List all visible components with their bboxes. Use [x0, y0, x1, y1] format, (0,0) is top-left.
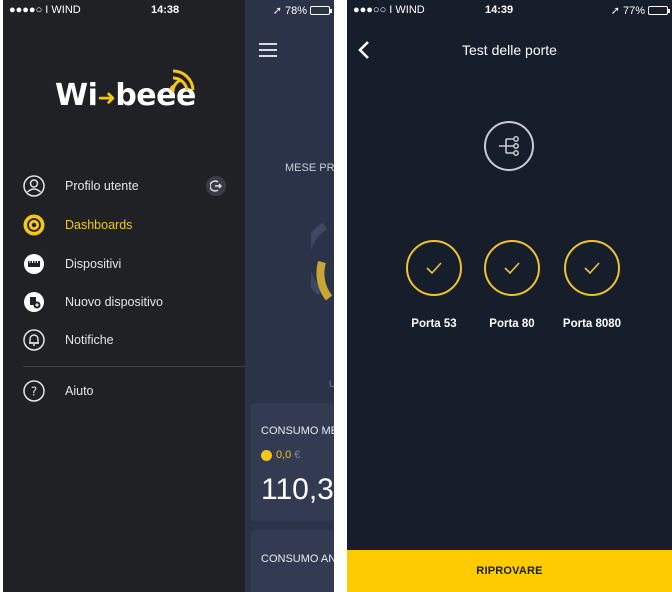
cost-unit: €	[294, 449, 301, 461]
navigation-drawer: Wi➜beee Profilo utente Dashboards Dispos…	[3, 0, 245, 592]
check-icon	[426, 262, 442, 275]
battery-icon	[310, 6, 332, 15]
carrier-text: ●●●○○ I WIND	[353, 4, 425, 16]
device-icon	[24, 254, 44, 274]
menu-label: Profilo utente	[65, 179, 139, 193]
logout-icon[interactable]	[206, 176, 226, 196]
bell-icon	[23, 329, 45, 351]
menu-item-profilo[interactable]: Profilo utente	[23, 173, 139, 199]
app-screen-menu: MESE PR U CONSUMO ME 0,0 € 110,3 CONSUMO…	[3, 0, 334, 592]
menu-item-dashboards[interactable]: Dashboards	[23, 212, 132, 238]
location-icon: ➚	[610, 5, 620, 17]
location-icon: ➚	[272, 5, 282, 17]
user-icon	[23, 175, 45, 197]
battery-indicator: ➚ 77%	[610, 4, 670, 17]
port-label: Porta 80	[489, 318, 535, 330]
app-screen-port-test: ●●●○○ I WIND 14:39 ➚ 77% Test delle port…	[347, 0, 672, 592]
network-hub-icon	[484, 121, 534, 171]
check-icon	[584, 262, 600, 275]
new-device-icon	[24, 292, 44, 312]
status-bar: ●●●●○ I WIND 14:38 ➚ 78%	[3, 0, 334, 20]
coin-icon	[261, 449, 272, 461]
retry-button[interactable]: RIPROVARE	[347, 550, 672, 592]
port-53-status	[406, 240, 462, 296]
dashboard-peek[interactable]: MESE PR U CONSUMO ME 0,0 € 110,3 CONSUMO…	[245, 0, 334, 592]
wifi-logo-icon	[169, 69, 195, 92]
svg-text:?: ?	[31, 385, 37, 399]
menu-label: Aiuto	[65, 384, 94, 398]
hamburger-icon[interactable]	[259, 43, 277, 61]
gauge-unit-label: U	[329, 379, 334, 389]
menu-divider	[23, 366, 245, 367]
consumo-anno-card[interactable]: CONSUMO ANI	[251, 530, 334, 592]
menu-item-notifiche[interactable]: Notifiche	[23, 327, 114, 353]
time-text: 14:39	[485, 4, 514, 16]
consumo-mese-card[interactable]: CONSUMO ME 0,0 € 110,3	[251, 403, 334, 521]
check-icon	[504, 262, 520, 275]
cost-value: 0,0	[276, 449, 292, 461]
time-text: 14:38	[151, 4, 180, 16]
menu-item-nuovo-dispositivo[interactable]: Nuovo dispositivo	[23, 289, 163, 315]
port-80-status	[484, 240, 540, 296]
port-8080-status	[564, 240, 620, 296]
menu-label: Notifiche	[65, 333, 114, 347]
menu-item-aiuto[interactable]: ? Aiuto	[23, 378, 94, 404]
status-bar: ●●●○○ I WIND 14:39 ➚ 77%	[347, 0, 672, 20]
carrier-text: ●●●●○ I WIND	[9, 4, 81, 16]
month-label: MESE PR	[285, 162, 334, 174]
battery-indicator: ➚ 78%	[272, 4, 332, 17]
battery-icon	[648, 6, 670, 15]
port-label: Porta 53	[411, 318, 457, 330]
menu-label: Dispositivi	[65, 257, 122, 271]
gauge-arc	[311, 222, 333, 301]
consumo-mese-label: CONSUMO ME	[261, 425, 334, 437]
page-title: Test delle porte	[462, 42, 557, 58]
menu-label: Dashboards	[65, 218, 133, 232]
menu-item-dispositivi[interactable]: Dispositivi	[23, 251, 121, 277]
consumo-big-value: 110,3	[261, 473, 334, 506]
help-icon: ?	[23, 380, 45, 402]
consumo-anno-label: CONSUMO ANI	[261, 553, 334, 565]
dashboard-icon	[23, 214, 45, 236]
port-label: Porta 8080	[562, 318, 622, 330]
menu-label: Nuovo dispositivo	[65, 295, 163, 309]
